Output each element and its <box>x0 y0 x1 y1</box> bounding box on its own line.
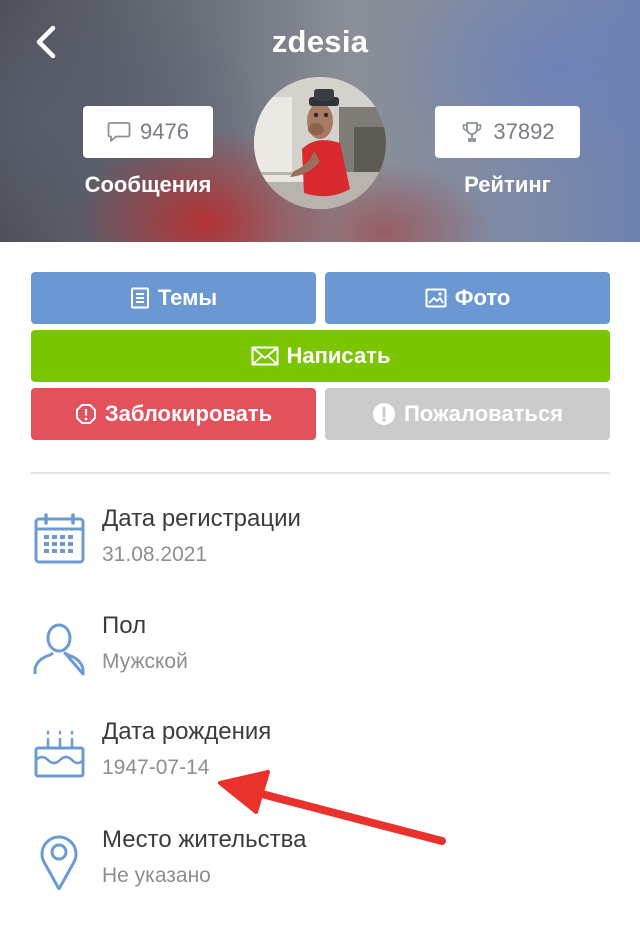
info-title: Дата рождения <box>102 718 272 745</box>
info-value: Не указано <box>102 864 211 887</box>
info-value: Мужской <box>102 650 188 673</box>
info-row-gender: Пол Мужской <box>0 612 640 712</box>
trophy-icon <box>463 122 482 142</box>
photo-button[interactable]: Фото <box>325 272 610 324</box>
user-icon <box>33 623 85 676</box>
rating-label: Рейтинг <box>464 172 551 197</box>
messages-count: 9476 <box>140 119 189 144</box>
photo-button-label: Фото <box>454 285 511 310</box>
profile-header: zdesia 9476 Сообщения 37892 Рейтинг <box>0 0 640 242</box>
messages-label: Сообщения <box>84 172 212 197</box>
block-button-label: Заблокировать <box>104 401 273 426</box>
info-value: 31.08.2021 <box>102 543 208 566</box>
calendar-icon <box>34 513 85 564</box>
info-row-location: Место жительства Не указано <box>0 826 640 926</box>
write-message-button[interactable]: Написать <box>31 330 610 382</box>
rating-count-box[interactable]: 37892 <box>435 106 580 158</box>
block-octagon-icon <box>75 404 96 424</box>
image-icon <box>425 288 447 308</box>
speech-bubble-icon <box>107 122 131 142</box>
document-icon <box>130 287 149 309</box>
location-pin-icon <box>40 835 78 890</box>
info-title: Пол <box>102 612 147 639</box>
divider <box>31 472 610 474</box>
block-button[interactable]: Заблокировать <box>31 388 316 440</box>
info-title: Дата регистрации <box>102 505 301 532</box>
info-title: Место жительства <box>102 826 307 853</box>
avatar-photo <box>254 77 386 209</box>
report-button-label: Пожаловаться <box>403 401 564 426</box>
rating-count: 37892 <box>493 119 555 144</box>
topics-button-label: Темы <box>157 285 218 310</box>
topics-button[interactable]: Темы <box>31 272 316 324</box>
exclamation-circle-icon <box>372 403 395 425</box>
page-title: zdesia <box>271 24 369 59</box>
birthday-cake-icon <box>34 730 85 778</box>
info-row-birth-date: Дата рождения 1947-07-14 <box>0 718 640 818</box>
write-message-button-label: Написать <box>286 343 391 368</box>
report-button[interactable]: Пожаловаться <box>325 388 610 440</box>
envelope-icon <box>251 346 278 366</box>
info-row-registration-date: Дата регистрации 31.08.2021 <box>0 505 640 605</box>
info-value: 1947-07-14 <box>102 756 210 779</box>
messages-count-box[interactable]: 9476 <box>83 106 213 158</box>
avatar[interactable] <box>254 77 386 209</box>
